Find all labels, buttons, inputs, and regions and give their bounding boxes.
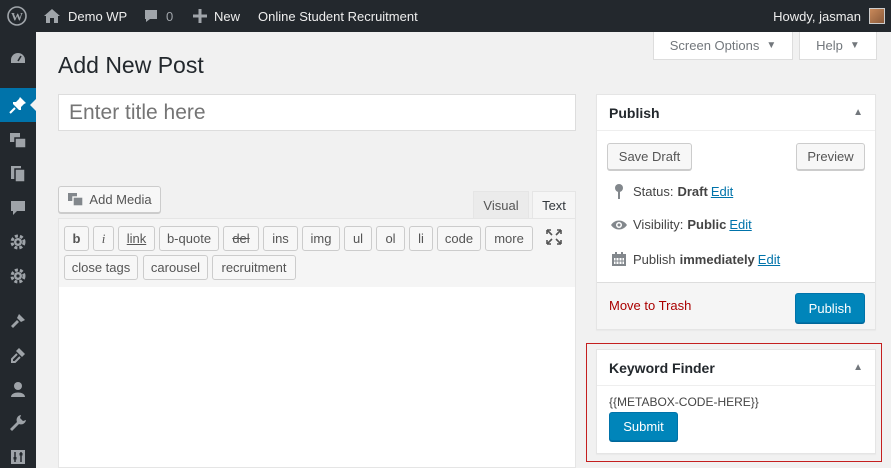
eye-icon [609,219,629,231]
publish-box-header[interactable]: Publish ▲ [597,95,875,131]
tab-text[interactable]: Text [532,191,576,219]
move-to-trash-link[interactable]: Move to Trash [609,298,691,313]
media-icon [67,192,85,207]
page-title: Add New Post [58,52,204,78]
caret-down-icon: ▼ [766,40,777,51]
post-title-input[interactable] [58,94,576,131]
screen-options-label: Screen Options [669,38,760,53]
svg-text:W: W [11,10,23,24]
help-button[interactable]: Help ▼ [799,32,877,60]
appearance-brush-icon[interactable] [0,304,36,338]
pin-icon [609,183,629,199]
quicktag-bold-button[interactable]: b [64,226,89,251]
new-content-link[interactable]: New [193,0,240,32]
tab-visual[interactable]: Visual [473,191,529,219]
status-label: Status: [633,183,674,199]
avatar [869,8,885,24]
dashboard-icon[interactable] [0,42,36,76]
visibility-value: Public [687,217,727,232]
publish-button[interactable]: Publish [795,293,865,323]
gear-icon[interactable] [0,225,36,259]
keyword-finder-submit-button[interactable]: Submit [609,412,678,441]
calendar-icon [609,251,629,267]
quicktag-img-button[interactable]: img [302,226,340,251]
account-menu[interactable]: Howdy, jasman [773,0,885,32]
site-name: Demo WP [68,8,128,24]
quicktag-code-button[interactable]: code [437,226,481,251]
quicktag-carousel-button[interactable]: carousel [143,255,208,280]
add-media-button[interactable]: Add Media [58,186,161,213]
quicktag-close-tags-button[interactable]: close tags [64,255,138,280]
users-icon[interactable] [0,372,36,406]
publish-date-row: Publish immediately Edit [609,251,780,267]
quicktag-ul-button[interactable]: ul [344,226,372,251]
comment-bubble-icon [143,8,159,24]
keyword-finder-header[interactable]: Keyword Finder ▲ [597,350,875,386]
metabox-code-text: {{METABOX-CODE-HERE}} [609,395,759,409]
publish-value: immediately [679,251,755,267]
collapse-arrow-icon[interactable]: ▲ [853,362,863,373]
settings-sliders-icon[interactable] [0,440,36,468]
preview-button[interactable]: Preview [796,143,865,170]
new-label: New [214,8,241,24]
save-draft-button[interactable]: Save Draft [607,143,692,170]
publish-label: Publish [633,251,676,267]
comments-icon[interactable] [0,191,36,225]
tools-wrench-icon[interactable] [0,406,36,440]
admin-menu [0,32,36,468]
home-icon [43,8,61,24]
caret-down-icon: ▼ [849,40,860,51]
help-label: Help [816,38,843,53]
pages-icon[interactable] [0,157,36,191]
posts-pin-icon[interactable] [0,88,36,122]
edit-date-link[interactable]: Edit [758,252,780,267]
visibility-row: Visibility: Public Edit [609,217,752,232]
site-name-link[interactable]: Demo WP [43,0,127,32]
keyword-finder-box: Keyword Finder ▲ {{METABOX-CODE-HERE}} S… [596,349,876,454]
comments-count: 0 [166,8,174,24]
plugins-icon[interactable] [0,338,36,372]
comments-link[interactable]: 0 [143,0,173,32]
edit-visibility-link[interactable]: Edit [729,217,751,232]
publish-box-title: Publish [609,105,660,121]
media-icon[interactable] [0,123,36,157]
quicktag-del-button[interactable]: del [223,226,259,251]
visibility-label: Visibility: [633,217,684,232]
keyword-finder-title: Keyword Finder [609,360,715,376]
fullscreen-icon[interactable] [545,228,563,249]
wordpress-logo-icon[interactable]: W [0,0,34,32]
online-student-recruitment-link[interactable]: Online Student Recruitment [258,0,418,32]
screen-options-button[interactable]: Screen Options ▼ [653,32,793,60]
quicktag-link-button[interactable]: link [118,226,155,251]
post-status-row: Status: Draft Edit [609,183,733,199]
quicktag-more-button[interactable]: more [485,226,533,251]
admin-bar: W Demo WP 0 New Online Student Recruitme… [0,0,891,32]
edit-status-link[interactable]: Edit [711,184,733,199]
quicktag-italic-button[interactable]: i [93,226,114,251]
quicktag-ol-button[interactable]: ol [376,226,405,251]
quicktag-ins-button[interactable]: ins [263,226,298,251]
plus-icon [193,9,207,23]
howdy-text: Howdy, jasman [773,8,861,24]
add-media-label: Add Media [89,192,152,207]
settings-gear-icon[interactable] [0,259,36,293]
collapse-arrow-icon[interactable]: ▲ [853,107,863,118]
quicktag-li-button[interactable]: li [409,226,433,251]
publish-box: Publish ▲ Save Draft Preview Status: Draf… [596,94,876,330]
status-value: Draft [677,183,708,199]
publish-actions: Move to Trash Publish [597,282,875,329]
quicktag-recruitment-button[interactable]: recruitment [212,255,296,280]
content-textarea[interactable] [58,287,576,468]
quicktag-bquote-button[interactable]: b-quote [159,226,219,251]
